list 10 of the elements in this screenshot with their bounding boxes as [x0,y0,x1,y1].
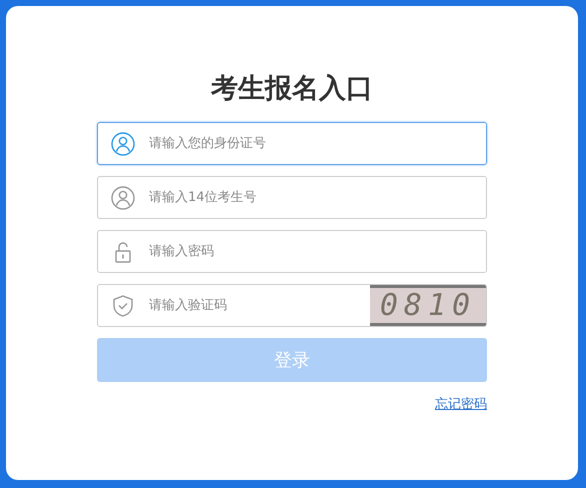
shield-icon [111,294,135,318]
input-field[interactable]: 请输入验证码 0810 [97,284,487,327]
input-field[interactable]: 请输入密码 [97,230,487,273]
captcha-image[interactable]: 0810 [370,285,486,326]
input-field[interactable]: 请输入您的身份证号 [97,122,487,165]
user-icon [111,132,135,156]
forgot-password-link[interactable]: 忘记密码 [435,395,487,413]
user-icon [111,186,135,210]
input-field[interactable]: 请输入14位考生号 [97,176,487,219]
page-title: 考生报名入口 [211,72,373,106]
